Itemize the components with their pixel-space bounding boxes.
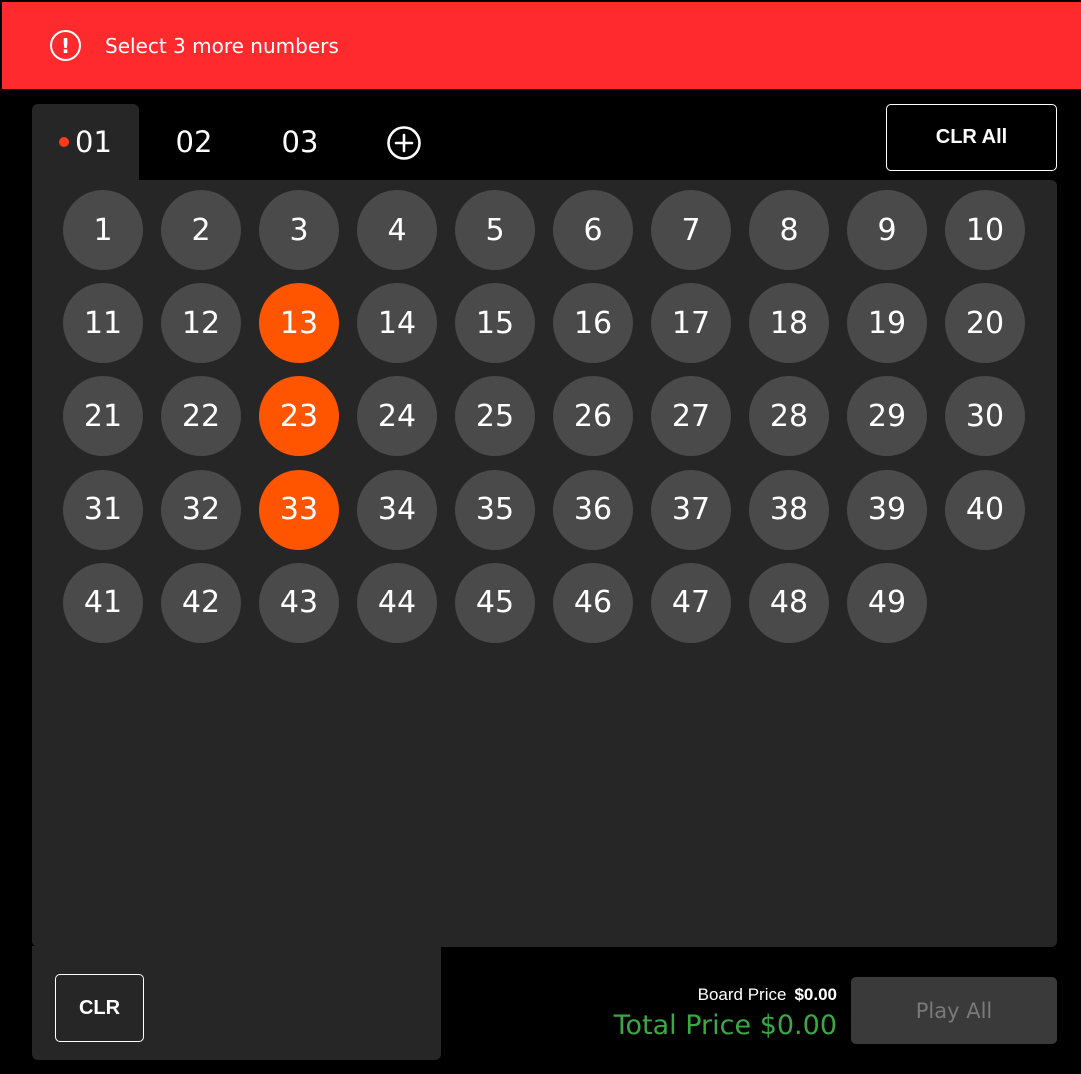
number-ball-40[interactable]: 40 bbox=[945, 469, 1025, 550]
number-ball-1[interactable]: 1 bbox=[63, 190, 143, 270]
alert-banner: ! Select 3 more numbers bbox=[2, 2, 1081, 89]
active-indicator-dot bbox=[59, 137, 70, 147]
number-ball-25[interactable]: 25 bbox=[455, 376, 535, 457]
number-ball-42[interactable]: 42 bbox=[161, 562, 241, 643]
tab-board-01[interactable]: 01 bbox=[32, 104, 139, 180]
clear-all-button[interactable]: CLR All bbox=[886, 104, 1057, 171]
number-ball-21[interactable]: 21 bbox=[63, 376, 143, 457]
number-ball-44[interactable]: 44 bbox=[357, 562, 437, 643]
tab-board-03[interactable]: 03 bbox=[253, 104, 347, 180]
number-ball-26[interactable]: 26 bbox=[553, 376, 633, 457]
number-ball-37[interactable]: 37 bbox=[651, 469, 731, 550]
total-price: Total Price $0.00 bbox=[613, 1010, 837, 1041]
number-ball-45[interactable]: 45 bbox=[455, 562, 535, 643]
number-ball-39[interactable]: 39 bbox=[847, 469, 927, 550]
clear-board-button[interactable]: CLR bbox=[55, 974, 144, 1042]
number-ball-5[interactable]: 5 bbox=[455, 190, 535, 270]
number-ball-38[interactable]: 38 bbox=[749, 469, 829, 550]
number-ball-18[interactable]: 18 bbox=[749, 283, 829, 364]
number-ball-32[interactable]: 32 bbox=[161, 469, 241, 550]
number-board: 1 2 3 4 5 6 7 8 9 10 11 12 13 14 15 16 17 18 19 20 21 22 23 24 2… bbox=[32, 180, 1057, 947]
board-price-value: $0.00 bbox=[794, 985, 837, 1004]
tab-label: 02 bbox=[175, 125, 213, 159]
number-ball-6[interactable]: 6 bbox=[553, 190, 633, 270]
number-ball-29[interactable]: 29 bbox=[847, 376, 927, 457]
number-ball-2[interactable]: 2 bbox=[161, 190, 241, 270]
number-ball-24[interactable]: 24 bbox=[357, 376, 437, 457]
number-ball-14[interactable]: 14 bbox=[357, 283, 437, 364]
number-ball-22[interactable]: 22 bbox=[161, 376, 241, 457]
number-ball-3[interactable]: 3 bbox=[259, 190, 339, 270]
number-ball-4[interactable]: 4 bbox=[357, 190, 437, 270]
play-all-button[interactable]: Play All bbox=[851, 977, 1057, 1044]
number-ball-9[interactable]: 9 bbox=[847, 190, 927, 270]
tab-board-02[interactable]: 02 bbox=[147, 104, 241, 180]
number-ball-12[interactable]: 12 bbox=[161, 283, 241, 364]
number-ball-16[interactable]: 16 bbox=[553, 283, 633, 364]
alert-circle-icon: ! bbox=[50, 30, 81, 61]
plus-circle-icon[interactable] bbox=[386, 125, 422, 161]
number-ball-23[interactable]: 23 bbox=[259, 376, 339, 457]
board-price-label: Board Price bbox=[697, 985, 787, 1004]
number-ball-30[interactable]: 30 bbox=[945, 376, 1025, 457]
number-ball-7[interactable]: 7 bbox=[651, 190, 731, 270]
number-ball-34[interactable]: 34 bbox=[357, 469, 437, 550]
tab-label: 01 bbox=[75, 125, 112, 159]
alert-message: Select 3 more numbers bbox=[105, 33, 339, 58]
number-ball-10[interactable]: 10 bbox=[945, 190, 1025, 270]
tab-label: 03 bbox=[281, 125, 319, 159]
number-ball-15[interactable]: 15 bbox=[455, 283, 535, 364]
number-ball-48[interactable]: 48 bbox=[749, 562, 829, 643]
number-ball-8[interactable]: 8 bbox=[749, 190, 829, 270]
number-ball-11[interactable]: 11 bbox=[63, 283, 143, 364]
number-ball-13[interactable]: 13 bbox=[259, 283, 339, 364]
number-ball-31[interactable]: 31 bbox=[63, 469, 143, 550]
number-ball-17[interactable]: 17 bbox=[651, 283, 731, 364]
number-ball-33[interactable]: 33 bbox=[259, 469, 339, 550]
number-ball-49[interactable]: 49 bbox=[847, 562, 927, 643]
board-price: Board Price $0.00 bbox=[698, 985, 837, 1005]
number-ball-46[interactable]: 46 bbox=[553, 562, 633, 643]
number-ball-27[interactable]: 27 bbox=[651, 376, 731, 457]
number-ball-35[interactable]: 35 bbox=[455, 469, 535, 550]
number-ball-20[interactable]: 20 bbox=[945, 283, 1025, 364]
number-ball-41[interactable]: 41 bbox=[63, 562, 143, 643]
number-ball-36[interactable]: 36 bbox=[553, 469, 633, 550]
number-ball-19[interactable]: 19 bbox=[847, 283, 927, 364]
number-ball-43[interactable]: 43 bbox=[259, 562, 339, 643]
number-ball-28[interactable]: 28 bbox=[749, 376, 829, 457]
app-root: ! Select 3 more numbers 01 02 03 CLR All… bbox=[0, 0, 1081, 1074]
number-ball-47[interactable]: 47 bbox=[651, 562, 731, 643]
